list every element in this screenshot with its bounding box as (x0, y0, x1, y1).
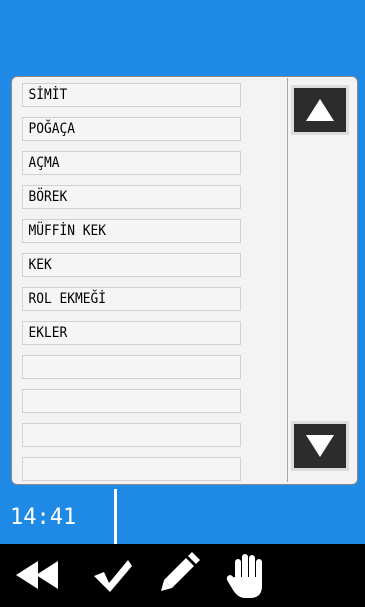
bottom-toolbar (0, 544, 365, 607)
status-bar: 14:41 (0, 489, 365, 544)
checkmark-icon (94, 560, 132, 592)
edit-button[interactable] (156, 544, 204, 607)
clock-display: 14:41 (10, 505, 77, 530)
rewind-icon (16, 561, 58, 589)
list-item[interactable]: MÜFFİN KEK (22, 219, 241, 243)
hand-button[interactable] (220, 544, 276, 607)
status-divider (114, 489, 117, 544)
pencil-icon (161, 552, 200, 591)
list-item[interactable]: ROL EKMEĞİ (22, 287, 241, 311)
triangle-up-icon (306, 99, 334, 121)
list-item[interactable]: EKLER (22, 321, 241, 345)
scroll-up-button[interactable] (291, 85, 349, 135)
list-item-empty[interactable] (22, 423, 241, 447)
list-item[interactable]: KEK (22, 253, 241, 277)
list-item[interactable]: SİMİT (22, 83, 241, 107)
triangle-down-icon (306, 435, 334, 457)
scrollbar-track (287, 78, 288, 482)
list-item[interactable]: POĞAÇA (22, 117, 241, 141)
list-item-empty[interactable] (22, 389, 241, 413)
list-item-empty[interactable] (22, 457, 241, 481)
list-item[interactable]: AÇMA (22, 151, 241, 175)
list-item[interactable]: BÖREK (22, 185, 241, 209)
list-item-empty[interactable] (22, 355, 241, 379)
hand-icon (226, 554, 262, 598)
rewind-button[interactable] (8, 544, 70, 607)
top-bar (0, 0, 365, 70)
confirm-button[interactable] (86, 544, 138, 607)
scroll-down-button[interactable] (291, 421, 349, 471)
